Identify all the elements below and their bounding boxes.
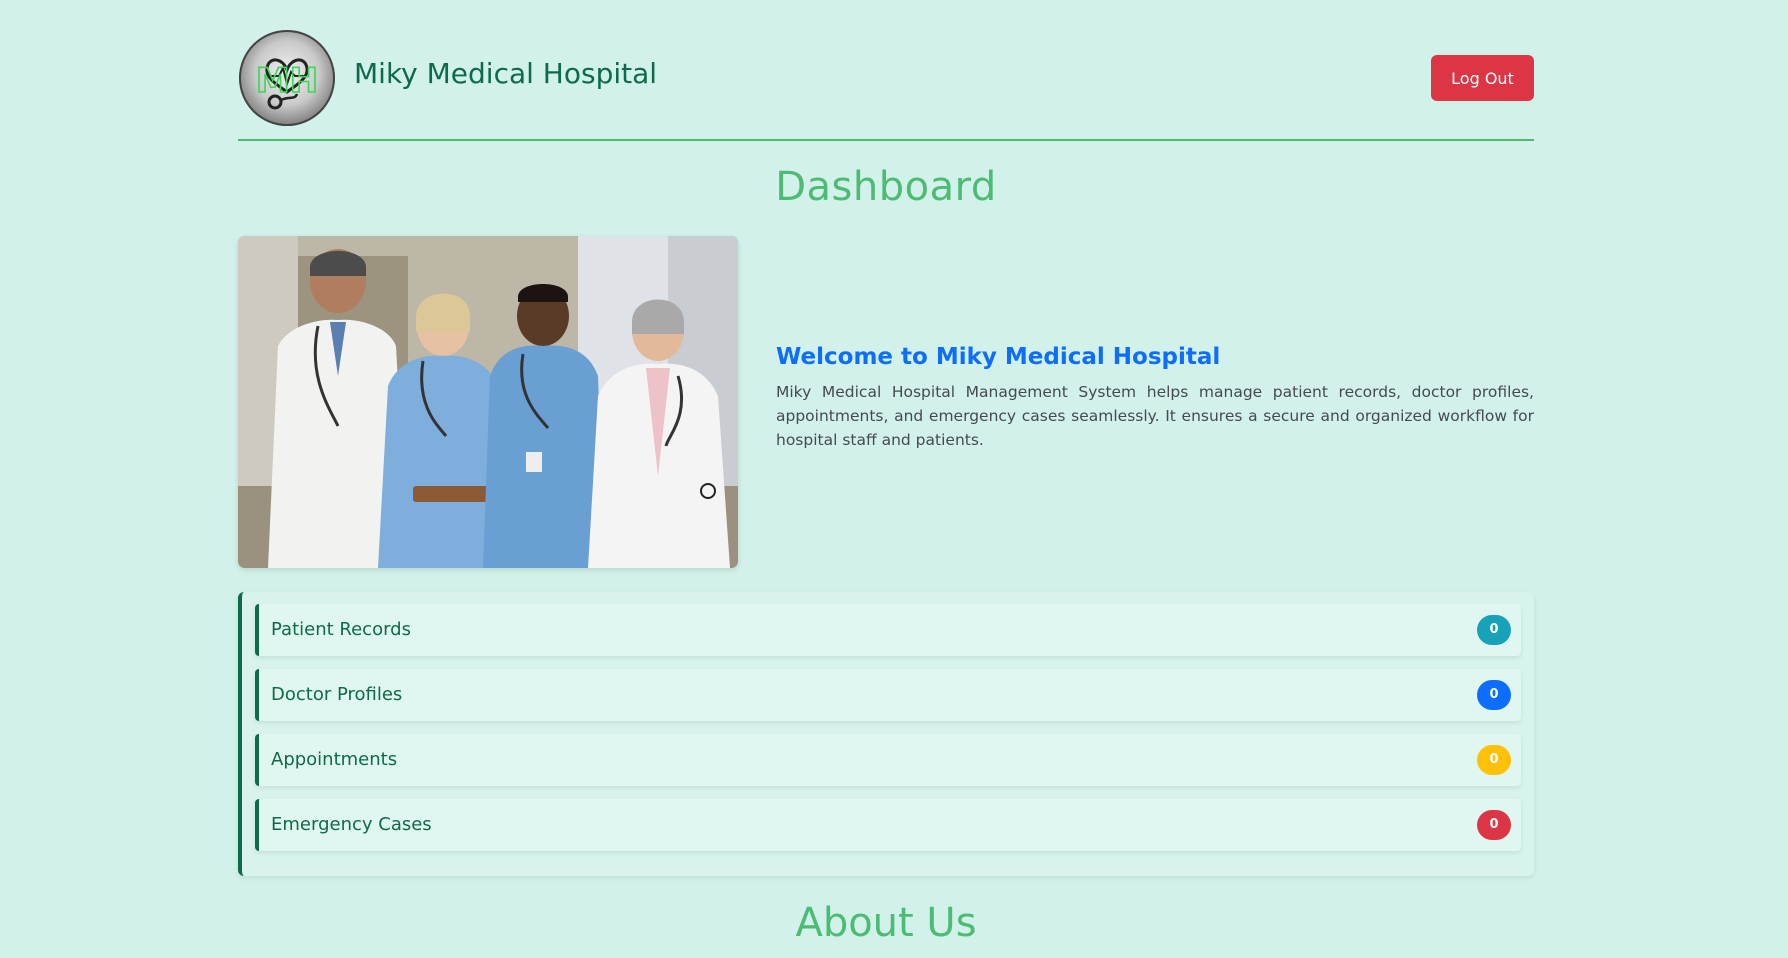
page-container: MH Miky Medical Hospital Log Out Dashboa… (238, 0, 1534, 946)
stat-row-doctor-profiles[interactable]: Doctor Profiles 0 (255, 669, 1521, 721)
logo-text: MH (256, 61, 318, 101)
welcome-section: Welcome to Miky Medical Hospital Miky Me… (776, 344, 1534, 452)
stat-row-patient-records[interactable]: Patient Records 0 (255, 604, 1521, 656)
stat-row-emergency-cases[interactable]: Emergency Cases 0 (255, 799, 1521, 851)
stat-count-badge: 0 (1477, 745, 1511, 775)
stat-label: Emergency Cases (271, 814, 432, 835)
page-title: Dashboard (775, 164, 997, 210)
heart-stethoscope-logo-icon: MH (255, 58, 319, 110)
medical-staff-photo-illustration (238, 236, 738, 568)
stat-label: Appointments (271, 749, 398, 770)
hospital-logo: MH (239, 30, 335, 126)
medical-staff-photo (238, 236, 738, 568)
hospital-name: Miky Medical Hospital (354, 57, 658, 90)
welcome-heading: Welcome to Miky Medical Hospital (776, 344, 1221, 370)
stats-panel: Patient Records 0 Doctor Profiles 0 Appo… (238, 592, 1534, 876)
stat-count-badge: 0 (1477, 680, 1511, 710)
about-us-title: About Us (795, 900, 977, 946)
header: MH Miky Medical Hospital Log Out (238, 0, 1534, 141)
stat-row-appointments[interactable]: Appointments 0 (255, 734, 1521, 786)
stat-label: Patient Records (271, 619, 411, 640)
stat-label: Doctor Profiles (271, 684, 403, 705)
logout-button[interactable]: Log Out (1431, 55, 1534, 101)
welcome-text: Miky Medical Hospital Management System … (776, 383, 1534, 449)
stat-count-badge: 0 (1477, 615, 1511, 645)
stat-count-badge: 0 (1477, 810, 1511, 840)
